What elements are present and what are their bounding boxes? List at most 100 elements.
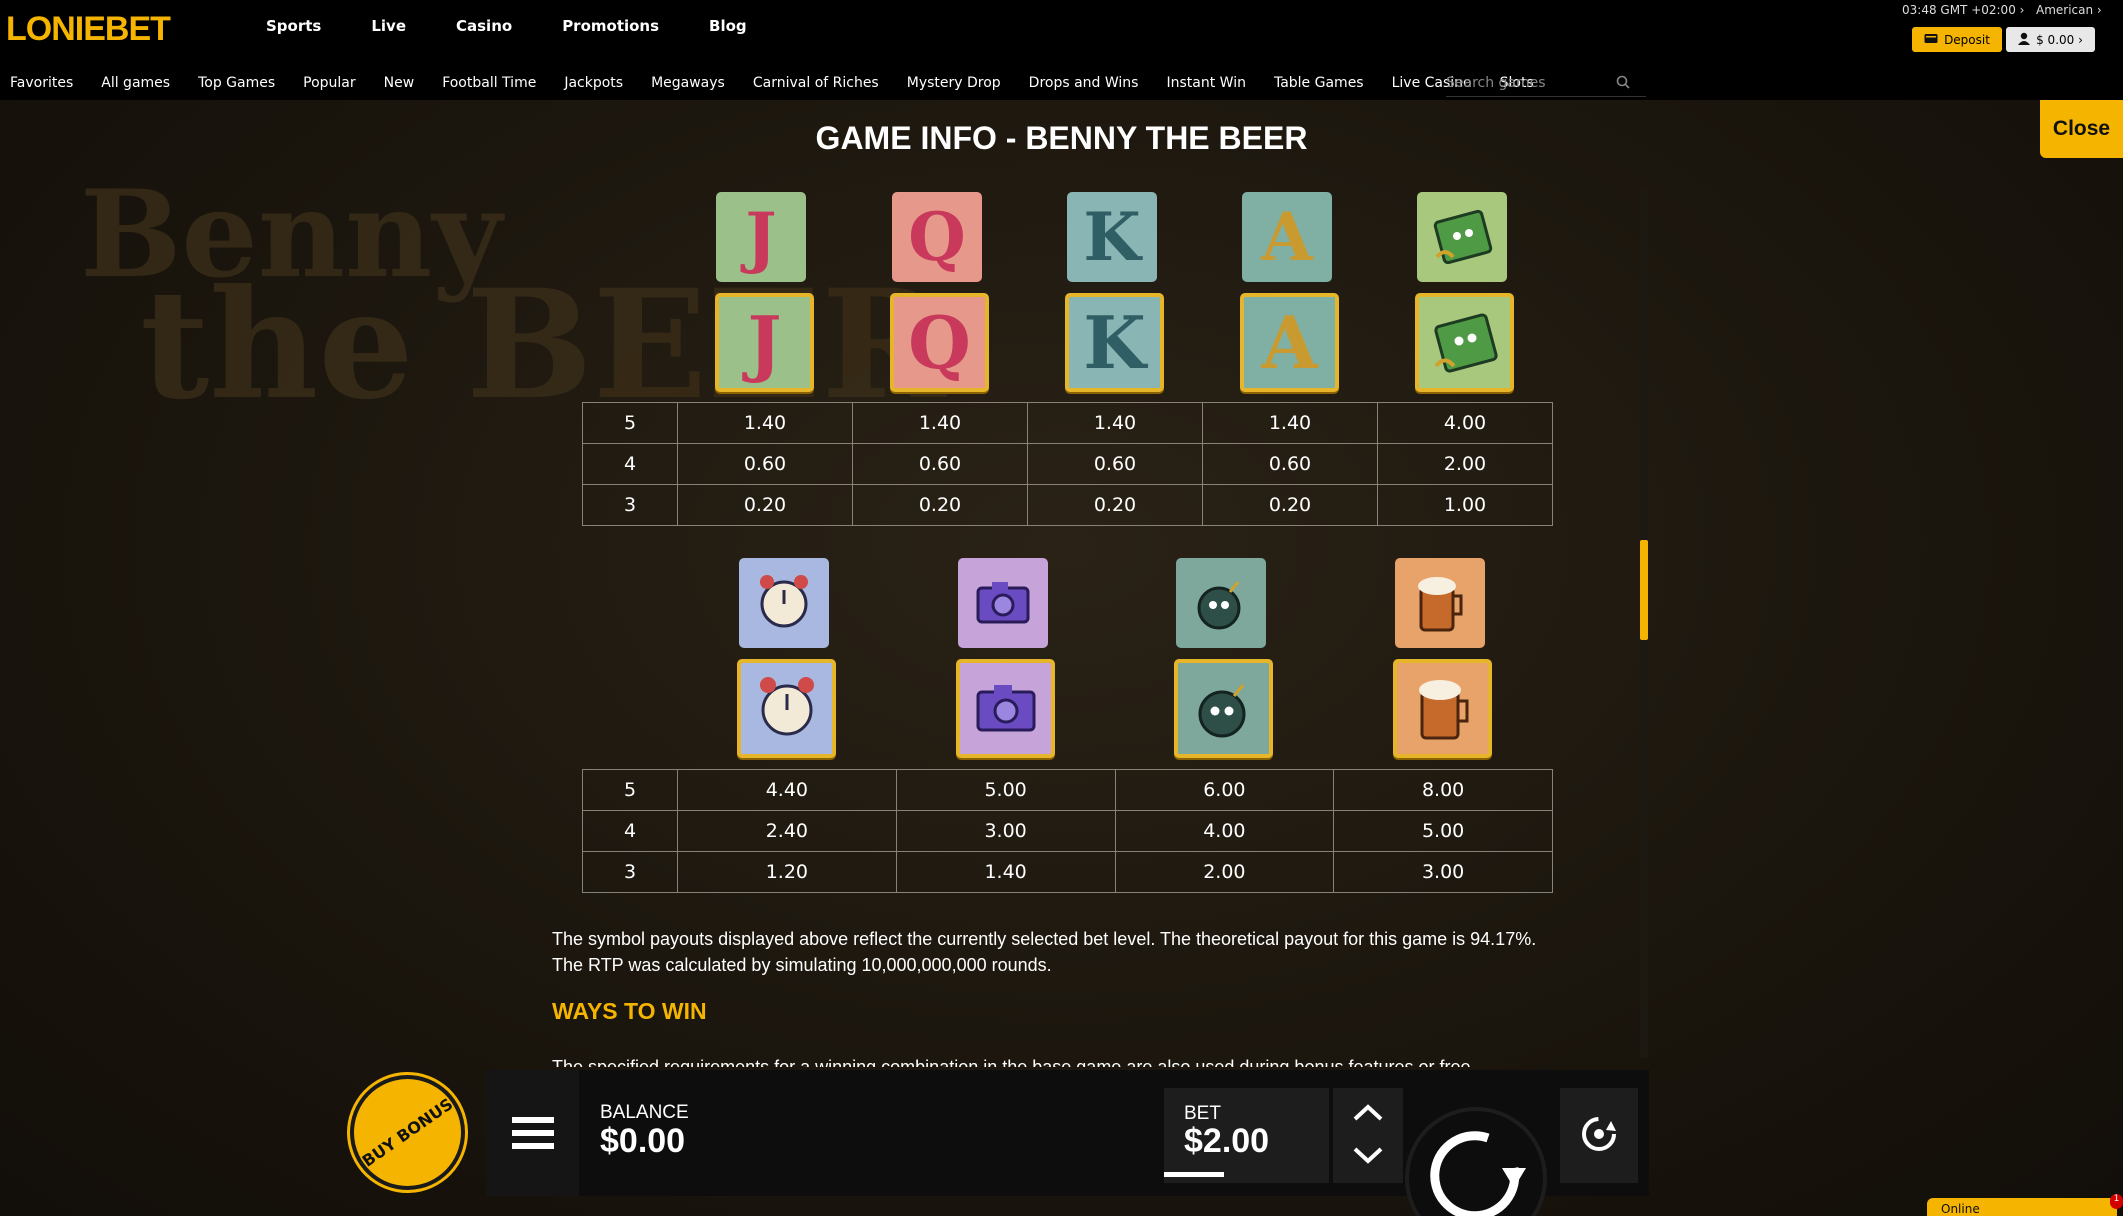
bomb-symbol [1176,558,1266,648]
category-football-time[interactable]: Football Time [442,75,536,91]
table-row: 5 1.40 1.40 1.40 1.40 4.00 [582,402,1553,444]
balance-value: $0.00 [600,1122,686,1160]
category-popular[interactable]: Popular [303,75,356,91]
payout-cell: 0.60 [1027,443,1203,485]
category-top-games[interactable]: Top Games [198,75,275,91]
table-row: 3 1.20 1.40 2.00 3.00 [582,851,1553,893]
payout-cell: 0.20 [1027,484,1203,526]
match-count: 3 [582,851,678,893]
payout-cell: 2.00 [1114,851,1335,893]
payout-cell: 3.00 [1333,851,1553,893]
payout-cell: 5.00 [895,769,1116,811]
payout-cell: 1.40 [895,851,1116,893]
payout-cell: 1.40 [852,402,1028,444]
payout-cell: 0.20 [852,484,1028,526]
payout-cell: 8.00 [1333,769,1553,811]
top-bar: LO NIEBET Sports Live Casino Promotions … [0,0,2123,56]
payout-cell: 0.20 [677,484,853,526]
nav-live[interactable]: Live [371,17,406,35]
account-balance-label: $ 0.00 › [2036,32,2083,47]
deposit-label: Deposit [1944,32,1990,47]
info-scrollbar-thumb[interactable] [1640,540,1648,640]
table-row: 4 2.40 3.00 4.00 5.00 [582,810,1553,852]
camera-symbol-large [956,659,1055,758]
alarm-clock-symbol [739,558,829,648]
wallet-symbol-large [1415,293,1514,392]
bet-adjust [1333,1088,1403,1183]
match-count: 5 [582,769,678,811]
menu-button[interactable] [486,1070,579,1196]
payout-cell: 1.00 [1377,484,1553,526]
queen-symbol-large: Q [890,293,989,392]
game-info-title: GAME INFO - BENNY THE BEER [815,120,1308,156]
nav-sports[interactable]: Sports [266,17,321,35]
brand-logo[interactable]: LO NIEBET [6,8,171,50]
king-symbol-large: K [1065,293,1164,392]
odds-format-selector[interactable]: American › [2036,3,2102,17]
payout-cell: 0.60 [677,443,853,485]
buy-bonus-button[interactable]: BUY BONUS [327,1052,488,1213]
hamburger-icon [511,1117,554,1123]
payout-cell: 3.00 [895,810,1116,852]
search-icon[interactable] [1616,74,1630,93]
nav-casino[interactable]: Casino [456,17,512,35]
category-favorites[interactable]: Favorites [10,75,73,91]
payout-cell: 0.60 [852,443,1028,485]
payout-cell: 1.40 [1202,402,1378,444]
logo-prefix: LO [6,9,52,48]
payout-cell: 0.20 [1202,484,1378,526]
category-mystery-drop[interactable]: Mystery Drop [907,75,1001,91]
payout-cell: 4.00 [1377,402,1553,444]
ace-symbol: A [1242,192,1332,282]
game-frame: Benny the BEER Close GAME INFO - BENNY T… [0,100,2123,1216]
queen-symbol: Q [892,192,982,282]
payout-cell: 1.40 [677,402,853,444]
match-count: 5 [582,402,678,444]
logo-suffix: NIEBET [51,9,171,48]
deposit-button[interactable]: Deposit [1912,27,2002,52]
category-instant-win[interactable]: Instant Win [1166,75,1245,91]
account-balance-button[interactable]: $ 0.00 › [2006,27,2095,52]
nav-promotions[interactable]: Promotions [562,17,659,35]
payout-cell: 4.40 [677,769,897,811]
category-carnival-of-riches[interactable]: Carnival of Riches [753,75,879,91]
autoplay-button[interactable] [1560,1088,1638,1183]
king-symbol: K [1067,192,1157,282]
chat-notification-badge: 1 [2110,1194,2123,1209]
balance-label: BALANCE [600,1102,689,1123]
chevron-up-icon[interactable] [1352,1103,1384,1126]
user-icon [2018,32,2031,48]
category-megaways[interactable]: Megaways [651,75,725,91]
nav-blog[interactable]: Blog [709,17,747,35]
alarm-clock-symbol-large [737,659,836,758]
paytable-high-symbols: 5 4.40 5.00 6.00 8.00 4 2.40 3.00 4.00 5… [582,769,1553,893]
autoplay-icon [1578,1113,1620,1159]
category-all-games[interactable]: All games [101,75,170,91]
camera-symbol [958,558,1048,648]
category-table-games[interactable]: Table Games [1274,75,1364,91]
category-jackpots[interactable]: Jackpots [564,75,623,91]
payout-cell: 5.00 [1333,810,1553,852]
ways-to-win-heading: WAYS TO WIN [552,998,707,1024]
table-row: 5 4.40 5.00 6.00 8.00 [582,769,1553,811]
payout-cell: 1.40 [1027,402,1203,444]
match-count: 4 [582,810,678,852]
bet-level-indicator [1164,1172,1224,1177]
category-drops-and-wins[interactable]: Drops and Wins [1029,75,1139,91]
payout-cell: 0.60 [1202,443,1378,485]
wallet-symbol [1417,192,1507,282]
search-input[interactable] [1446,75,1616,91]
ways-to-win-text: The specified requirements for a winning… [552,1057,1471,1067]
search-bar [1446,70,1646,97]
beer-mug-symbol-large [1393,659,1492,758]
payout-cell: 2.00 [1377,443,1553,485]
payout-cell: 2.40 [677,810,897,852]
category-new[interactable]: New [384,75,415,91]
jack-symbol-large: J [715,293,814,392]
clock[interactable]: 03:48 GMT +02:00 › [1902,3,2024,17]
chevron-down-icon[interactable] [1352,1146,1384,1168]
spin-button[interactable] [1405,1107,1547,1216]
chat-widget[interactable]: Online [1927,1198,2117,1216]
bet-value: $2.00 [1184,1122,1270,1160]
paytable-low-symbols: 5 1.40 1.40 1.40 1.40 4.00 4 0.60 0.60 0… [582,402,1553,526]
